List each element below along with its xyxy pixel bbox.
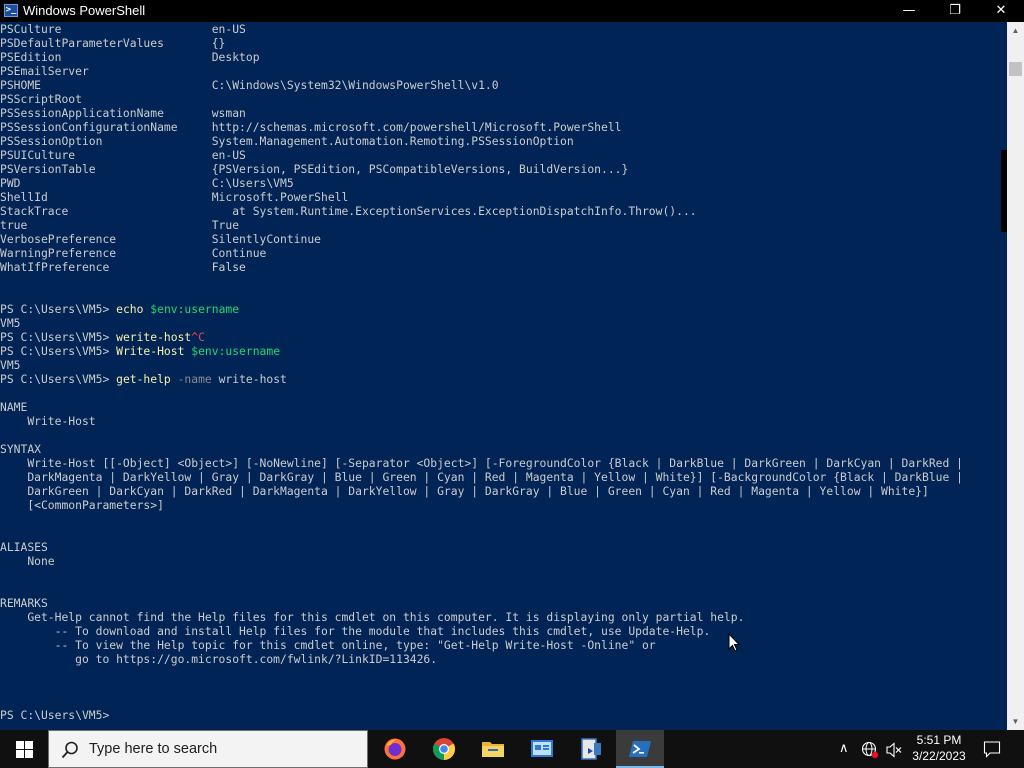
variable-row: PSEdition Desktop [0, 50, 260, 64]
variable-row: PSDefaultParameterValues {} [0, 36, 226, 50]
variable-row: WhatIfPreference False [0, 260, 246, 274]
help-text: -- To download and install Help files fo… [0, 624, 711, 638]
output-line: VM5 [0, 316, 21, 330]
help-heading: NAME [0, 400, 28, 414]
console-text: PSCulture en-US PSDefaultParameterValues … [0, 22, 1007, 722]
help-text: [<CommonParameters>] [0, 498, 164, 512]
volume-muted-icon[interactable] [885, 741, 903, 759]
search-placeholder: Type here to search [89, 741, 218, 757]
help-text: Write-Host [0, 414, 96, 428]
file-explorer-icon [482, 742, 504, 757]
variable-row: WarningPreference Continue [0, 246, 267, 260]
taskbar-powershell[interactable] [616, 730, 664, 768]
prompt-line: PS C:\Users\VM5> Write-Host $env:usernam… [0, 344, 281, 358]
search-icon [61, 741, 78, 759]
variable-row: PSUICulture en-US [0, 148, 246, 162]
variable-row: PSCulture en-US [0, 22, 246, 36]
clock-date[interactable]: 3/22/2023 [908, 749, 970, 763]
variable-row: PSHOME C:\Windows\System32\WindowsPowerS… [0, 78, 499, 92]
control-panel-icon [531, 740, 553, 757]
close-button[interactable]: ✕ [978, 0, 1024, 22]
help-heading: REMARKS [0, 596, 48, 610]
vertical-scrollbar[interactable]: ▲ ▼ [1007, 22, 1024, 730]
scroll-up-arrow-icon[interactable]: ▲ [1007, 22, 1024, 39]
help-text: DarkGreen | DarkCyan | DarkRed | DarkMag… [0, 484, 929, 498]
variable-row: PSScriptRoot [0, 92, 212, 106]
help-heading: ALIASES [0, 540, 48, 554]
powershell-app-icon: >_ [4, 4, 18, 17]
help-text: None [0, 554, 55, 568]
variable-row: true True [0, 218, 240, 232]
console-output[interactable]: PSCulture en-US PSDefaultParameterValues … [0, 22, 1007, 730]
output-line: VM5 [0, 358, 21, 372]
window-title: Windows PowerShell [23, 3, 146, 18]
help-text: Write-Host [[-Object] <Object>] [-NoNewl… [0, 456, 963, 470]
taskbar-powershell-ise[interactable] [567, 730, 615, 768]
clock-time[interactable]: 5:51 PM [908, 733, 970, 747]
notifications-icon[interactable] [983, 740, 1001, 758]
title-bar[interactable]: >_ Windows PowerShell — ❐ ✕ [0, 0, 1024, 22]
help-text: DarkMagenta | DarkYellow | Gray | DarkGr… [0, 470, 963, 484]
variable-row: ShellId Microsoft.PowerShell [0, 190, 349, 204]
taskbar-control-panel[interactable] [518, 730, 566, 768]
chrome-icon [433, 738, 455, 760]
prompt-line: PS C:\Users\VM5> echo $env:username [0, 302, 240, 316]
scroll-down-arrow-icon[interactable]: ▼ [1007, 713, 1024, 730]
variable-row: PSSessionApplicationName wsman [0, 106, 246, 120]
taskbar-chrome[interactable] [420, 730, 468, 768]
variable-row: PWD C:\Users\VM5 [0, 176, 294, 190]
variable-row: PSVersionTable {PSVersion, PSEdition, PS… [0, 162, 629, 176]
variable-row: PSEmailServer [0, 64, 212, 78]
help-heading: SYNTAX [0, 442, 41, 456]
taskbar-search-box[interactable]: Type here to search [48, 730, 368, 768]
help-text: go to https://go.microsoft.com/fwlink/?L… [0, 652, 438, 666]
tray-overflow-chevron-icon[interactable]: ∧ [839, 741, 849, 757]
taskbar: Type here to search ∧ 5:51 PM 3/22/2023 [0, 730, 1024, 768]
help-text: -- To view the Help topic for this cmdle… [0, 638, 656, 652]
powershell-icon [629, 741, 651, 757]
prompt-line: PS C:\Users\VM5> get-help -name write-ho… [0, 372, 287, 386]
variable-row: VerbosePreference SilentlyContinue [0, 232, 321, 246]
variable-row: StackTrace at System.Runtime.ExceptionSe… [0, 204, 697, 218]
taskbar-firefox[interactable] [371, 730, 419, 768]
powershell-ise-icon [581, 738, 601, 760]
restore-button[interactable]: ❐ [932, 0, 978, 22]
mouse-pointer-icon [728, 633, 740, 652]
help-text: Get-Help cannot find the Help files for … [0, 610, 745, 624]
prompt-line: PS C:\Users\VM5> werite-host^C [0, 330, 205, 344]
variable-row: PSSessionOption System.Management.Automa… [0, 134, 574, 148]
scroll-thumb[interactable] [1009, 62, 1022, 76]
windows-logo-icon [16, 741, 33, 758]
minimize-button[interactable]: — [886, 0, 932, 22]
current-prompt: PS C:\Users\VM5> [0, 708, 117, 722]
start-button[interactable] [0, 730, 48, 768]
taskbar-file-explorer[interactable] [469, 730, 517, 768]
firefox-icon [384, 738, 406, 760]
network-globe-icon[interactable] [861, 741, 879, 759]
variable-row: PSSessionConfigurationName http://schema… [0, 120, 622, 134]
